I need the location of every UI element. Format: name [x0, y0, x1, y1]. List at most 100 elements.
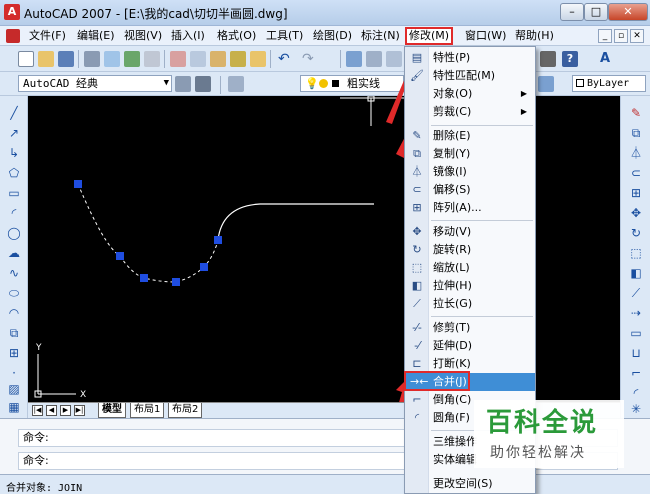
document-icon[interactable] — [6, 29, 20, 43]
menu-item-lengthen[interactable]: ⟋ 拉长(G) — [405, 295, 535, 313]
grip[interactable] — [172, 278, 180, 286]
copy-object-icon[interactable]: ⧉ — [628, 126, 644, 140]
table-icon[interactable]: ▦ — [6, 400, 22, 414]
open-icon[interactable] — [38, 51, 54, 67]
first-tab-button[interactable]: |◀ — [32, 405, 43, 416]
layer-manager-icon[interactable] — [228, 76, 244, 92]
doc-close-button[interactable]: ✕ — [630, 29, 644, 43]
menu-modify[interactable]: 修改(M) — [405, 27, 454, 45]
menu-view[interactable]: 视图(V) — [121, 27, 165, 45]
menu-item-stretch[interactable]: ◧ 拉伸(H) — [405, 277, 535, 295]
menu-item-array[interactable]: ⊞ 阵列(A)... — [405, 199, 535, 217]
zoom-realtime-icon[interactable] — [366, 51, 382, 67]
spline-icon[interactable]: ∿ — [6, 266, 22, 280]
help-icon[interactable]: ? — [562, 51, 578, 67]
chamfer-tb-icon[interactable]: ⌐ — [628, 366, 644, 380]
selected-curve[interactable] — [77, 183, 219, 283]
next-tab-button[interactable]: ▶ — [60, 405, 71, 416]
tab-model[interactable]: 模型 — [98, 403, 126, 418]
zoom-window-icon[interactable] — [386, 51, 402, 67]
erase-icon[interactable]: ✎ — [628, 106, 644, 120]
workspace-save-icon[interactable] — [195, 76, 211, 92]
polygon-icon[interactable]: ⬠ — [6, 166, 22, 180]
grip[interactable] — [140, 274, 148, 282]
trim-tb-icon[interactable]: ⟋ — [628, 286, 644, 300]
maximize-button[interactable]: □ — [584, 3, 608, 21]
workspace-select[interactable]: AutoCAD 经典 ▼ — [18, 75, 172, 92]
break-tb-icon[interactable]: ▭ — [628, 326, 644, 340]
menu-item-trim[interactable]: -⁄- 修剪(T) — [405, 319, 535, 337]
revision-cloud-icon[interactable]: ☁ — [6, 246, 22, 260]
menu-item-rotate[interactable]: ↻ 旋转(R) — [405, 241, 535, 259]
polyline-icon[interactable]: ↳ — [6, 146, 22, 160]
redo-icon[interactable]: ↷ — [302, 51, 318, 67]
menu-item-copy[interactable]: ⧉ 复制(Y) — [405, 145, 535, 163]
menu-format[interactable]: 格式(O) — [214, 27, 259, 45]
insert-block-icon[interactable]: ⧉ — [6, 326, 22, 340]
menu-window[interactable]: 窗口(W) — [462, 27, 509, 45]
doc-minimize-button[interactable]: _ — [598, 29, 612, 43]
pan-icon[interactable] — [346, 51, 362, 67]
print-icon[interactable] — [84, 51, 100, 67]
offset-tb-icon[interactable]: ⊂ — [628, 166, 644, 180]
hatch-icon[interactable]: ▨ — [6, 382, 22, 396]
color-control-select[interactable]: ByLayer — [572, 75, 646, 92]
ellipse-arc-icon[interactable]: ◠ — [6, 306, 22, 320]
menu-file[interactable]: 文件(F) — [26, 27, 69, 45]
3d-dwf-icon[interactable] — [144, 51, 160, 67]
array-tb-icon[interactable]: ⊞ — [628, 186, 644, 200]
save-icon[interactable] — [58, 51, 74, 67]
menu-item-mirror[interactable]: ⏃ 镜像(I) — [405, 163, 535, 181]
circle-icon[interactable]: ◯ — [6, 226, 22, 240]
minimize-button[interactable]: – — [560, 3, 584, 21]
mirror-tb-icon[interactable]: ⏃ — [628, 146, 644, 160]
stretch-tb-icon[interactable]: ◧ — [628, 266, 644, 280]
menu-help[interactable]: 帮助(H) — [512, 27, 557, 45]
menu-edit[interactable]: 编辑(E) — [74, 27, 118, 45]
close-button[interactable]: ✕ — [608, 3, 648, 21]
menu-item-move[interactable]: ✥ 移动(V) — [405, 223, 535, 241]
menu-item-match-properties[interactable]: 🖌 特性匹配(M) — [405, 67, 535, 85]
menu-draw[interactable]: 绘图(D) — [310, 27, 355, 45]
rectangle-icon[interactable]: ▭ — [6, 186, 22, 200]
menu-item-change-space[interactable]: 更改空间(S) — [405, 475, 535, 493]
cut-icon[interactable] — [170, 51, 186, 67]
block-editor-icon[interactable] — [250, 51, 266, 67]
ellipse-icon[interactable]: ⬭ — [6, 286, 22, 300]
explode-tb-icon[interactable]: ✳ — [628, 402, 644, 416]
menu-insert[interactable]: 插入(I) — [168, 27, 208, 45]
grip[interactable] — [74, 180, 82, 188]
publish-icon[interactable] — [124, 51, 140, 67]
rotate-tb-icon[interactable]: ↻ — [628, 226, 644, 240]
menu-item-erase[interactable]: ✎ 删除(E) — [405, 127, 535, 145]
undo-icon[interactable]: ↶ — [278, 51, 294, 67]
menu-item-clip[interactable]: 剪裁(C) ▶ — [405, 103, 535, 121]
extend-tb-icon[interactable]: ⇢ — [628, 306, 644, 320]
grip[interactable] — [214, 236, 222, 244]
paste-icon[interactable] — [210, 51, 226, 67]
fillet-tb-icon[interactable]: ◜ — [628, 386, 644, 400]
scale-tb-icon[interactable]: ⬚ — [628, 246, 644, 260]
menu-tools[interactable]: 工具(T) — [263, 27, 306, 45]
layer-previous-icon[interactable] — [538, 76, 554, 92]
copy-clip-icon[interactable] — [190, 51, 206, 67]
text-style-icon[interactable]: A — [600, 51, 616, 67]
arc-icon[interactable]: ◜ — [6, 206, 22, 220]
join-tb-icon[interactable]: ⊔ — [628, 346, 644, 360]
tab-layout2[interactable]: 布局2 — [168, 403, 203, 418]
menu-item-extend[interactable]: -⁄ 延伸(D) — [405, 337, 535, 355]
menu-item-properties[interactable]: ▤ 特性(P) — [405, 49, 535, 67]
plot-preview-icon[interactable] — [104, 51, 120, 67]
new-icon[interactable] — [18, 51, 34, 67]
arc-line-object[interactable] — [217, 203, 374, 241]
line-icon[interactable]: ╱ — [6, 106, 22, 120]
menu-item-scale[interactable]: ⬚ 缩放(L) — [405, 259, 535, 277]
match-properties-tb-icon[interactable] — [230, 51, 246, 67]
move-tb-icon[interactable]: ✥ — [628, 206, 644, 220]
last-tab-button[interactable]: ▶| — [74, 405, 85, 416]
make-block-icon[interactable]: ⊞ — [6, 346, 22, 360]
point-icon[interactable]: · — [6, 366, 22, 380]
layer-select[interactable]: 💡 粗实线 — [300, 75, 404, 92]
menu-item-object[interactable]: 对象(O) ▶ — [405, 85, 535, 103]
calculator-icon[interactable] — [540, 51, 556, 67]
